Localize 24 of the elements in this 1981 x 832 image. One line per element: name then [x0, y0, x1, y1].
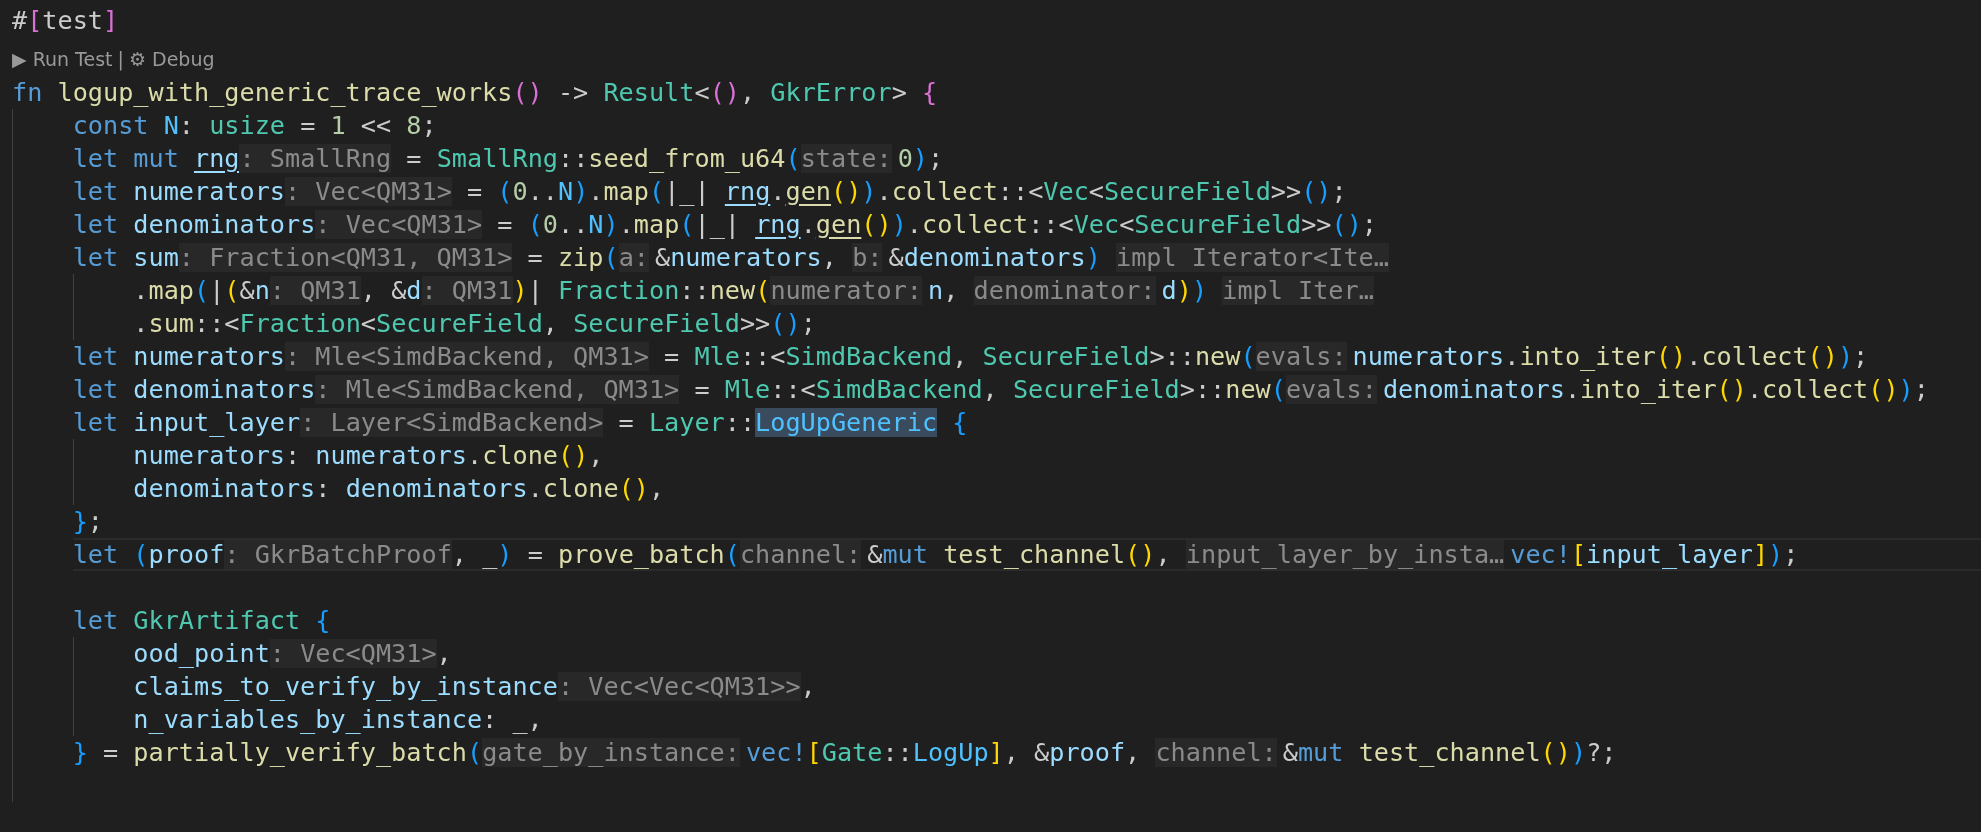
- code-line: n_variables_by_instance: _,: [133, 704, 544, 736]
- code-line: .sum::<Fraction<SecureField, SecureField>>();: [133, 308, 817, 340]
- code-line: fn logup_with_generic_trace_works() -> Result<(), GkrError> {: [12, 77, 939, 109]
- code-line: let numerators: Mle<SimdBackend, QM31> = Mle::<SimdBackend, SecureField>::new(evals: numerators.into_iter().collect());: [72, 341, 1870, 373]
- code-line: const N: usize = 1 << 8;: [72, 110, 438, 142]
- run-test-link[interactable]: ▶ Run Test: [12, 48, 113, 70]
- code-line: } = partially_verify_batch(gate_by_instance: vec![Gate::LogUp], &proof, channel: &mut test_channel())?;: [72, 737, 1618, 769]
- code-line: denominators: denominators.clone(),: [133, 473, 666, 505]
- code-line: let mut rng: SmallRng = SmallRng::seed_from_u64(state: 0);: [72, 143, 945, 175]
- code-line: let denominators: Mle<SimdBackend, QM31> = Mle::<SimdBackend, SecureField>::new(evals: denominators.into_iter().collect());: [72, 374, 1930, 406]
- code-line: ood_point: Vec<QM31>,: [133, 638, 453, 670]
- code-line: let denominators: Vec<QM31> = (0..N).map(|_| rng.gen()).collect::<Vec<SecureField>>();: [72, 209, 1379, 241]
- code-line: claims_to_verify_by_instance: Vec<Vec<QM31>>,: [133, 671, 817, 703]
- code-line: let numerators: Vec<QM31> = (0..N).map(|_| rng.gen()).collect::<Vec<SecureField>>();: [72, 176, 1348, 208]
- code-line: #[test]: [12, 5, 120, 37]
- code-line: numerators: numerators.clone(),: [133, 440, 605, 472]
- code-line: .map(|(&n: QM31, &d: QM31)| Fraction::new(numerator: n, denominator: d)) impl Iter…: [133, 275, 1375, 307]
- code-line: let input_layer: Layer<SimdBackend> = Layer::LogUpGeneric {: [72, 407, 969, 439]
- code-line: let (proof: GkrBatchProof, _) = prove_batch(channel: &mut test_channel(), input_layer_by_insta… vec![input_layer]);: [72, 538, 1981, 571]
- code-line: let sum: Fraction<QM31, QM31> = zip(a: &numerators, b: &denominators) impl Iterator<Ite…: [72, 242, 1390, 274]
- codelens-separator: |: [117, 48, 124, 70]
- code-line: };: [72, 506, 104, 538]
- code-line: let GkrArtifact {: [72, 605, 332, 637]
- debug-link[interactable]: ⚙ Debug: [128, 48, 215, 70]
